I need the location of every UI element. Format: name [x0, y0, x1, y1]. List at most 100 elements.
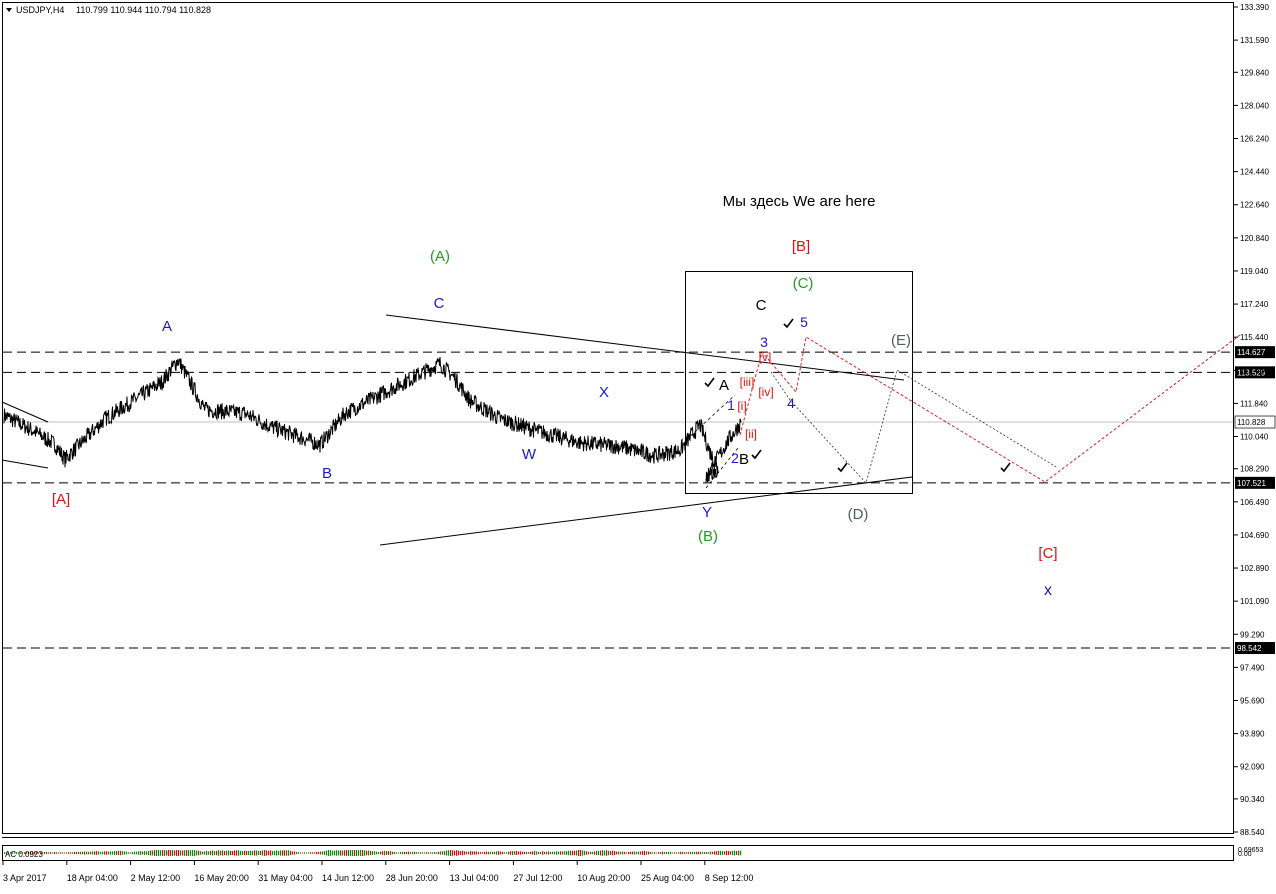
- histogram-bar: [200, 851, 202, 855]
- histogram-bar: [330, 850, 332, 856]
- histogram-bar: [306, 852, 308, 854]
- histogram-bar: [524, 851, 526, 855]
- histogram-bar: [292, 851, 294, 855]
- histogram-bar: [204, 851, 206, 855]
- histogram-bar: [244, 850, 246, 856]
- wave-label-Y: Y: [702, 504, 712, 521]
- histogram-bar: [94, 851, 96, 855]
- histogram-bar: [58, 852, 60, 854]
- histogram-bar: [680, 851, 682, 855]
- histogram-bar: [486, 851, 488, 855]
- histogram-bar: [456, 850, 458, 856]
- histogram-bar: [198, 850, 200, 856]
- histogram-bar: [396, 852, 398, 854]
- histogram-bar: [726, 850, 728, 856]
- histogram-bar: [260, 850, 262, 856]
- histogram-bar: [610, 851, 612, 855]
- histogram-bar: [316, 851, 318, 855]
- histogram-bar: [166, 850, 168, 856]
- histogram-bar: [256, 850, 258, 856]
- histogram-bar: [586, 851, 588, 855]
- histogram-bar: [376, 851, 378, 855]
- dropdown-triangle-icon[interactable]: [6, 8, 12, 12]
- histogram-bar: [238, 850, 240, 856]
- histogram-bar: [522, 851, 524, 855]
- triangle-upper-line[interactable]: [385, 314, 905, 381]
- histogram-bar: [298, 852, 300, 854]
- histogram-bar: [156, 850, 158, 856]
- histogram-bar: [248, 850, 250, 856]
- drawing-objects[interactable]: [1, 271, 1241, 546]
- histogram-bar: [628, 851, 630, 855]
- histogram-bar: [218, 850, 220, 856]
- histogram-bar: [640, 851, 642, 855]
- histogram-bar: [252, 850, 254, 856]
- histogram-bar: [656, 852, 658, 854]
- histogram-bar: [652, 852, 654, 854]
- histogram-bar: [740, 850, 742, 856]
- histogram-bar: [638, 851, 640, 855]
- histogram-bar: [672, 852, 674, 854]
- histogram-bar: [576, 850, 578, 856]
- histogram-bar: [698, 851, 700, 855]
- histogram-bar: [178, 850, 180, 856]
- histogram-bar: [556, 851, 558, 855]
- histogram-bar: [344, 850, 346, 856]
- histogram-bar: [616, 851, 618, 855]
- histogram-bar: [264, 850, 266, 856]
- histogram-bar: [366, 850, 368, 856]
- histogram-bar: [140, 851, 142, 855]
- histogram-bar: [258, 850, 260, 856]
- histogram-bar: [360, 850, 362, 856]
- histogram-bar: [390, 851, 392, 855]
- time-tick-label: 27 Jul 12:00: [513, 873, 562, 883]
- histogram-bar: [190, 850, 192, 856]
- histogram-bar: [78, 851, 80, 855]
- histogram-bar: [596, 850, 598, 856]
- price-tick-label: 133.390: [1240, 3, 1269, 12]
- histogram-bar: [606, 850, 608, 856]
- histogram-bar: [332, 850, 334, 856]
- wave-label-W: W: [522, 446, 537, 463]
- histogram-bar: [710, 851, 712, 855]
- price-tick-label: 111.840: [1240, 399, 1268, 408]
- price-chart[interactable]: USDJPY,H4 110.799 110.944 110.794 110.82…: [0, 0, 1276, 889]
- histogram-bar: [598, 850, 600, 856]
- histogram-bar: [718, 850, 720, 856]
- histogram-bar: [520, 851, 522, 855]
- histogram-bar: [54, 852, 56, 854]
- histogram-bar: [594, 851, 596, 855]
- histogram-bar: [176, 850, 178, 856]
- wave-label-B-bracket: [B]: [792, 238, 810, 255]
- histogram-bar: [222, 850, 224, 856]
- histogram-bar: [196, 850, 198, 856]
- histogram-bar: [738, 850, 740, 856]
- trendline-upper-left[interactable]: [1, 401, 49, 423]
- histogram-bar: [482, 852, 484, 854]
- wave-label-ii: [ii]: [745, 427, 757, 441]
- histogram-bar: [592, 851, 594, 855]
- price-axis: 133.390 131.590 129.840 128.040 126.240 124.4…: [1234, 3, 1269, 858]
- histogram-bar: [296, 851, 298, 855]
- histogram-bar: [404, 851, 406, 855]
- histogram-bar: [468, 851, 470, 855]
- histogram-bar: [406, 851, 408, 855]
- histogram-bar: [462, 850, 464, 856]
- ac-histogram: [4, 850, 742, 856]
- time-tick-label: 25 Aug 04:00: [641, 873, 694, 883]
- trendline-lower-left[interactable]: [1, 459, 49, 469]
- histogram-bar: [182, 850, 184, 856]
- histogram-bar: [432, 852, 434, 854]
- histogram-bar: [352, 850, 354, 856]
- wave-label-3: 3: [760, 334, 768, 350]
- histogram-bar: [436, 852, 438, 854]
- triangle-lower-line[interactable]: [379, 476, 913, 546]
- chart-window[interactable]: USDJPY,H4 110.799 110.944 110.794 110.82…: [0, 0, 1276, 889]
- histogram-bar: [150, 850, 152, 856]
- histogram-bar: [122, 851, 124, 855]
- histogram-bar: [76, 851, 78, 855]
- histogram-bar: [48, 852, 50, 854]
- histogram-bar: [286, 850, 288, 856]
- histogram-bar: [372, 851, 374, 855]
- wave-label-B-black: B: [739, 451, 749, 468]
